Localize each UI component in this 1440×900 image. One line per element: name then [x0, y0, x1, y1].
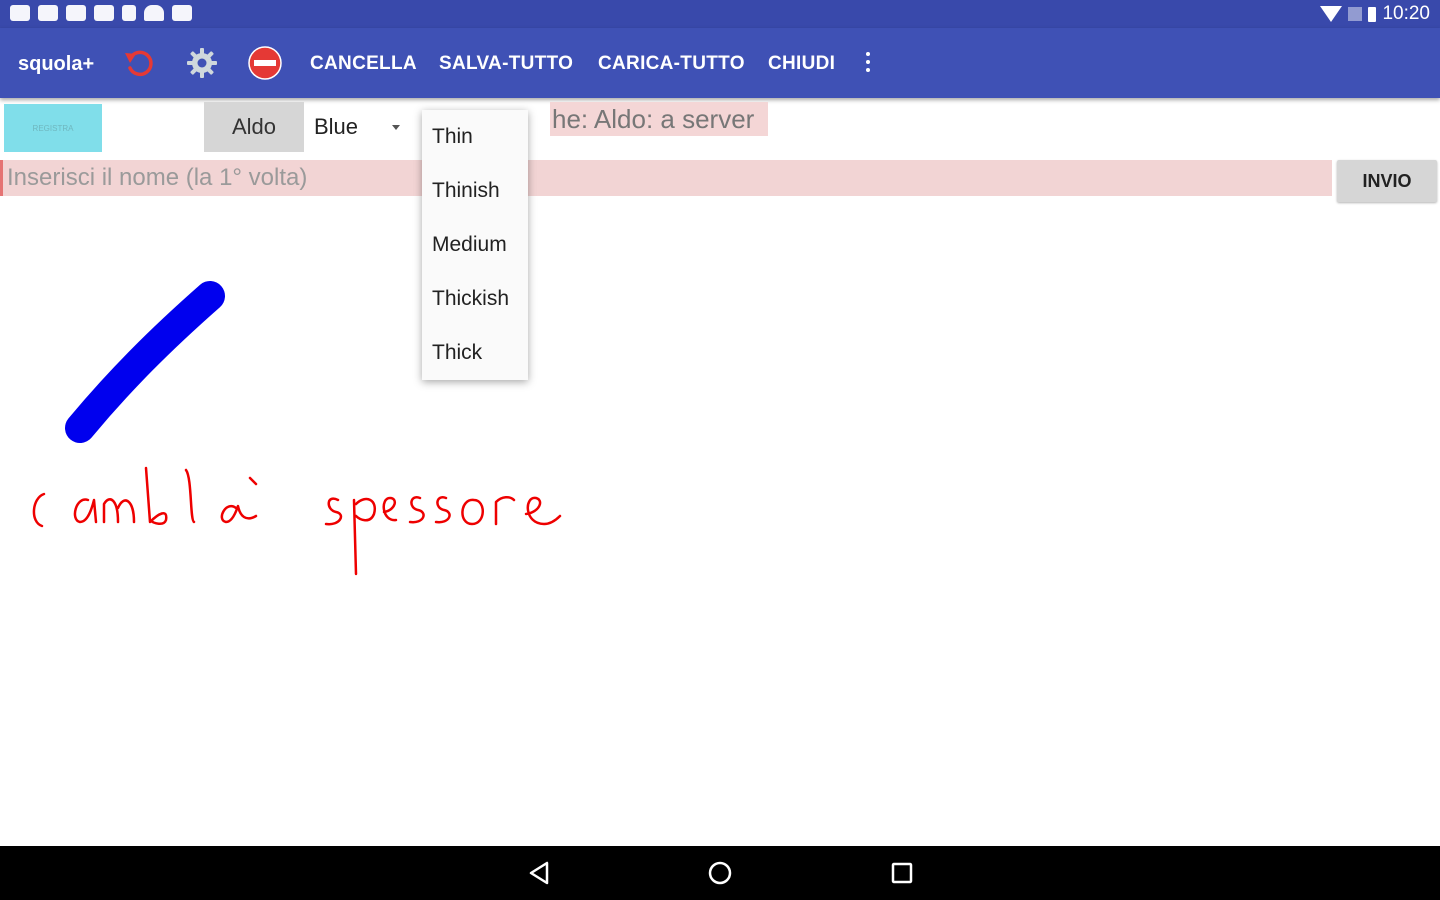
- status-time: 10:20: [1382, 3, 1430, 24]
- system-status: 10:20: [1320, 3, 1430, 25]
- handwriting-cambia-spessore: [32, 466, 562, 576]
- thickness-dropdown: Thin Thinish Medium Thickish Thick: [422, 110, 528, 380]
- wifi-icon: [1320, 6, 1343, 22]
- name-button[interactable]: Aldo: [204, 102, 304, 152]
- overflow-menu-icon[interactable]: [862, 52, 874, 72]
- sd-card-icon: [122, 5, 136, 21]
- recents-icon[interactable]: [889, 860, 915, 886]
- notification-icon: [10, 5, 30, 21]
- close-button[interactable]: CHIUDI: [768, 53, 835, 75]
- gear-icon[interactable]: [185, 46, 219, 80]
- download-icon: [94, 5, 114, 21]
- notification-icons: [10, 5, 192, 21]
- save-all-button[interactable]: SALVA-TUTTO: [439, 53, 573, 75]
- dropdown-option-thin[interactable]: Thin: [422, 110, 528, 164]
- status-bar: 10:20: [0, 0, 1440, 28]
- register-button[interactable]: REGISTRA: [4, 104, 102, 152]
- dropdown-arrow-icon: [392, 125, 400, 130]
- cloud-icon: [144, 5, 164, 21]
- undo-icon[interactable]: [122, 46, 156, 80]
- home-icon[interactable]: [707, 860, 733, 886]
- image-icon: [66, 5, 86, 21]
- no-entry-icon[interactable]: [248, 46, 282, 80]
- app-title: squola+: [18, 53, 95, 75]
- color-spinner-value: Blue: [314, 114, 359, 139]
- notification-icon: [38, 5, 58, 21]
- image-icon: [172, 5, 192, 21]
- color-spinner[interactable]: Blue: [304, 102, 408, 152]
- navigation-bar: [0, 846, 1440, 900]
- cancel-button[interactable]: CANCELLA: [310, 53, 417, 75]
- battery-icon: [1368, 6, 1377, 22]
- back-icon[interactable]: [527, 860, 553, 886]
- load-all-button[interactable]: CARICA-TUTTO: [598, 53, 745, 75]
- app-toolbar: squola+ CANCELLA SALVA-TUTTO CARICA-TUTT…: [0, 28, 1440, 98]
- drawing-canvas[interactable]: [0, 196, 1440, 846]
- name-input[interactable]: [0, 160, 1332, 196]
- server-message: he: Aldo: a server: [550, 102, 768, 136]
- dropdown-option-thinish[interactable]: Thinish: [422, 164, 528, 218]
- dropdown-option-medium[interactable]: Medium: [422, 218, 528, 272]
- dropdown-option-thickish[interactable]: Thickish: [422, 272, 528, 326]
- blue-stroke: [65, 281, 225, 443]
- signal-icon: [1348, 7, 1363, 21]
- dropdown-option-thick[interactable]: Thick: [422, 326, 528, 380]
